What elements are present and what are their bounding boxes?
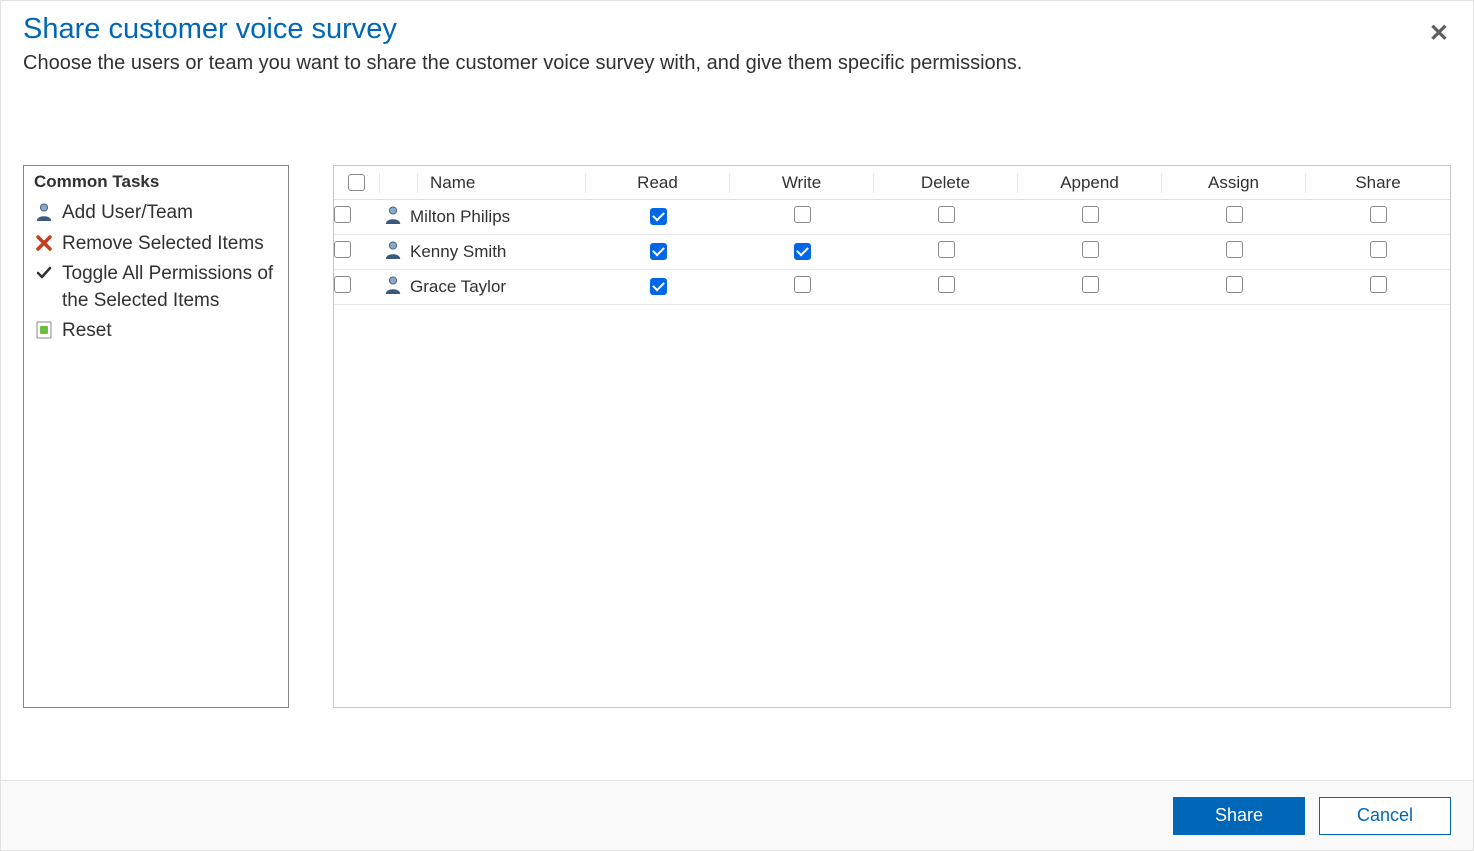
common-tasks-title: Common Tasks [32, 172, 280, 192]
user-icon [384, 205, 402, 230]
row-name-cell: Grace Taylor [380, 275, 586, 300]
check-icon [34, 261, 54, 285]
user-icon [34, 200, 54, 224]
append-checkbox[interactable] [1082, 241, 1099, 258]
write-checkbox[interactable] [794, 276, 811, 293]
task-remove-selected[interactable]: Remove Selected Items [32, 229, 280, 260]
row-assign-cell [1162, 241, 1306, 263]
task-label: Toggle All Permissions of the Selected I… [62, 261, 280, 314]
append-checkbox[interactable] [1082, 206, 1099, 223]
column-header-write[interactable]: Write [730, 173, 874, 193]
delete-checkbox[interactable] [938, 276, 955, 293]
row-select-cell [334, 241, 380, 263]
share-checkbox[interactable] [1370, 276, 1387, 293]
column-header-append[interactable]: Append [1018, 173, 1162, 193]
column-header-delete[interactable]: Delete [874, 173, 1018, 193]
dialog-header: Share customer voice survey Choose the u… [1, 1, 1473, 75]
row-assign-cell [1162, 206, 1306, 228]
task-label: Reset [62, 318, 280, 345]
task-reset[interactable]: Reset [32, 316, 280, 347]
row-name-label: Grace Taylor [410, 277, 506, 297]
row-share-cell [1306, 241, 1450, 263]
common-tasks-panel: Common Tasks Add User/Team Remove Select… [23, 165, 289, 708]
dialog-subtitle: Choose the users or team you want to sha… [23, 52, 1451, 75]
task-add-user-team[interactable]: Add User/Team [32, 198, 280, 229]
row-select-checkbox[interactable] [334, 276, 351, 293]
share-checkbox[interactable] [1370, 241, 1387, 258]
delete-checkbox[interactable] [938, 241, 955, 258]
table-row: Kenny Smith [334, 235, 1450, 270]
task-label: Remove Selected Items [62, 231, 280, 258]
close-button[interactable]: ✕ [1429, 19, 1449, 48]
assign-checkbox[interactable] [1226, 206, 1243, 223]
column-header-assign[interactable]: Assign [1162, 173, 1306, 193]
assign-checkbox[interactable] [1226, 276, 1243, 293]
task-toggle-permissions[interactable]: Toggle All Permissions of the Selected I… [32, 259, 280, 316]
close-icon: ✕ [1429, 20, 1449, 47]
permissions-grid: Name Read Write Delete Append Assign Sha… [333, 165, 1451, 708]
read-checkbox[interactable] [650, 243, 667, 260]
row-select-cell [334, 206, 380, 228]
row-read-cell [586, 207, 730, 227]
table-row: Milton Philips [334, 200, 1450, 235]
grid-header-row: Name Read Write Delete Append Assign Sha… [334, 166, 1450, 200]
row-assign-cell [1162, 276, 1306, 298]
row-select-checkbox[interactable] [334, 206, 351, 223]
read-checkbox[interactable] [650, 278, 667, 295]
row-name-label: Kenny Smith [410, 242, 506, 262]
delete-checkbox[interactable] [938, 206, 955, 223]
x-red-icon [34, 231, 54, 255]
dialog-title: Share customer voice survey [23, 13, 1451, 46]
row-name-cell: Milton Philips [380, 205, 586, 230]
column-header-name[interactable]: Name [418, 173, 586, 193]
dialog-footer: Share Cancel [1, 780, 1473, 850]
row-write-cell [730, 242, 874, 262]
row-name-label: Milton Philips [410, 207, 510, 227]
row-delete-cell [874, 276, 1018, 298]
icon-column-header [380, 173, 418, 193]
row-name-cell: Kenny Smith [380, 240, 586, 265]
column-header-share[interactable]: Share [1306, 173, 1450, 193]
cancel-button[interactable]: Cancel [1319, 797, 1451, 835]
row-append-cell [1018, 206, 1162, 228]
assign-checkbox[interactable] [1226, 241, 1243, 258]
row-delete-cell [874, 206, 1018, 228]
read-checkbox[interactable] [650, 208, 667, 225]
write-checkbox[interactable] [794, 206, 811, 223]
row-read-cell [586, 277, 730, 297]
user-icon [384, 240, 402, 265]
table-row: Grace Taylor [334, 270, 1450, 305]
row-select-cell [334, 276, 380, 298]
row-read-cell [586, 242, 730, 262]
append-checkbox[interactable] [1082, 276, 1099, 293]
share-checkbox[interactable] [1370, 206, 1387, 223]
row-share-cell [1306, 206, 1450, 228]
row-write-cell [730, 276, 874, 298]
user-icon [384, 275, 402, 300]
share-button[interactable]: Share [1173, 797, 1305, 835]
row-delete-cell [874, 241, 1018, 263]
select-all-checkbox[interactable] [348, 174, 365, 191]
select-all-cell [334, 173, 380, 193]
row-write-cell [730, 206, 874, 228]
task-label: Add User/Team [62, 200, 280, 227]
row-share-cell [1306, 276, 1450, 298]
row-select-checkbox[interactable] [334, 241, 351, 258]
row-append-cell [1018, 276, 1162, 298]
grid-body: Milton Philips Kenny Smith Grace Taylor [334, 200, 1450, 305]
reset-icon [34, 318, 54, 342]
row-append-cell [1018, 241, 1162, 263]
column-header-read[interactable]: Read [586, 173, 730, 193]
write-checkbox[interactable] [794, 243, 811, 260]
